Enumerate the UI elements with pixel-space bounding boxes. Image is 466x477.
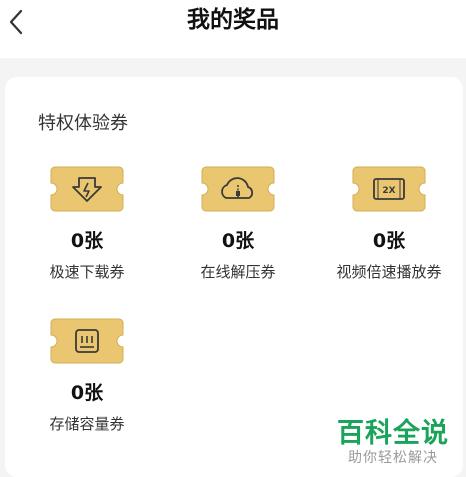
download-ticket-icon [49,165,125,213]
storage-ticket-icon [49,317,125,365]
coupon-item-unzip[interactable]: 0张 在线解压券 [163,165,313,282]
video-2x-ticket-icon: 2X [351,165,427,213]
coupon-label: 在线解压券 [200,263,276,281]
coupon-count: 0张 [221,230,255,252]
watermark-subtitle: 助你轻松解决 [348,450,438,466]
coupon-label: 存储容量券 [49,415,125,433]
header-bar: 我的奖品 [0,0,466,58]
coupon-item-video-speed[interactable]: 2X 0张 视频倍速播放券 [314,165,464,282]
cloud-zip-ticket-icon [200,165,276,213]
watermark-logo: 百科全说 助你轻松解决 [337,419,449,467]
coupon-count: 0张 [70,382,104,404]
watermark-title: 百科全说 [337,418,449,449]
coupon-label: 极速下载券 [49,263,125,281]
svg-text:2X: 2X [382,186,395,196]
coupon-count: 0张 [70,230,104,252]
coupon-count: 0张 [372,230,406,252]
page-title: 我的奖品 [187,7,279,33]
coupon-item-storage[interactable]: 0张 存储容量券 [12,317,162,434]
coupon-item-download[interactable]: 0张 极速下载券 [12,165,162,282]
section-title: 特权体验券 [38,113,128,134]
privilege-card: 特权体验券 0张 极速下载券 0张 在线解压券 2X 0张 视频倍速播放券 0张… [5,77,463,477]
coupon-label: 视频倍速播放券 [336,263,442,281]
